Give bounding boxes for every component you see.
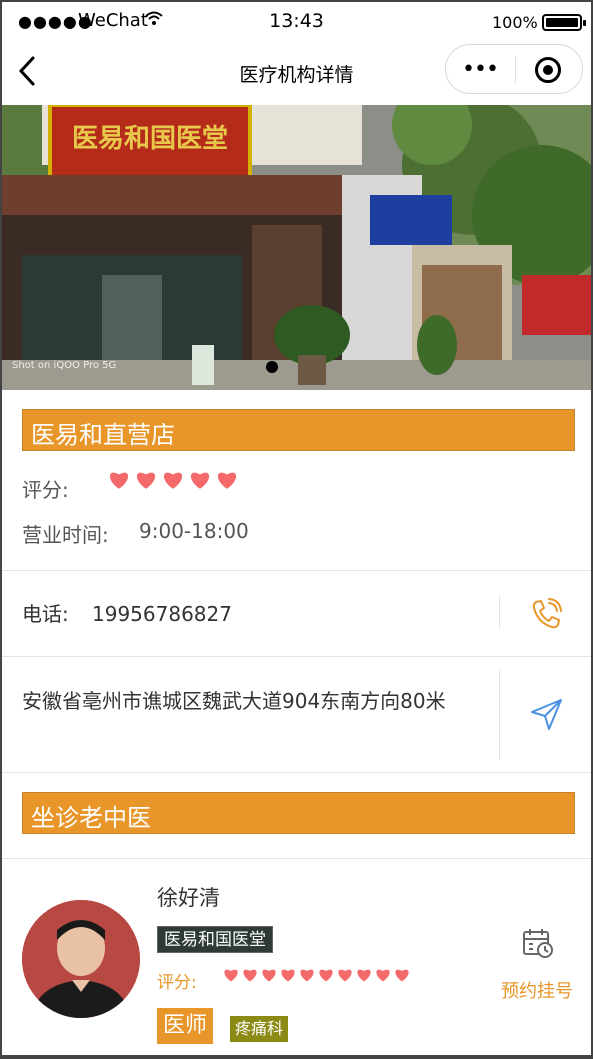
heart-icon [224, 969, 238, 982]
heart-icon [262, 969, 276, 982]
heart-icon [319, 969, 333, 982]
heart-icon [136, 472, 156, 489]
doctor-title-tag: 医师 [157, 1008, 214, 1044]
close-circle-icon[interactable] [535, 57, 561, 83]
doctor-name: 徐好清 [157, 886, 220, 910]
doctors-section-title: 坐诊老中医 [31, 804, 151, 832]
heart-icon [109, 472, 129, 489]
navigation-arrow-icon[interactable] [530, 697, 564, 735]
divider [2, 772, 591, 773]
heart-icon [217, 472, 237, 489]
calendar-icon[interactable] [521, 926, 555, 964]
store-banner-image[interactable]: 医易和国医堂 [2, 105, 591, 390]
status-bar: ●●●●● WeChat 13:43 100% [2, 2, 591, 42]
battery-percent: 100% [492, 13, 538, 32]
navigation-bar: 医疗机构详情 ••• [2, 42, 591, 104]
store-address: 安徽省亳州市谯城区魏武大道904东南方向80米 [22, 689, 446, 713]
phone-number: 19956786827 [92, 602, 232, 626]
store-rating-hearts [107, 469, 239, 497]
divider [2, 656, 591, 657]
doctors-section-header: 坐诊老中医 [22, 792, 575, 834]
heart-icon [281, 969, 295, 982]
phone-call-icon[interactable] [530, 598, 564, 634]
divider [2, 570, 591, 571]
doctor-org-tag: 医易和国医堂 [157, 926, 273, 953]
more-icon[interactable]: ••• [462, 57, 499, 82]
heart-icon [243, 969, 257, 982]
heart-icon [163, 472, 183, 489]
heart-icon [338, 969, 352, 982]
heart-icon [357, 969, 371, 982]
divider [2, 858, 591, 859]
signboard-text: 医易和国医堂 [72, 124, 228, 154]
store-rating-label: 评分: [22, 478, 69, 502]
battery-icon [542, 14, 586, 31]
phone-divider [499, 596, 500, 629]
business-hours-value: 9:00-18:00 [139, 519, 249, 543]
doctor-department-tag: 疼痛科 [230, 1016, 289, 1042]
book-appointment-button[interactable]: 预约挂号 [501, 977, 573, 1003]
store-name-header: 医易和直营店 [22, 409, 575, 451]
heart-icon [395, 969, 409, 982]
doctor-rating-hearts [222, 967, 412, 991]
store-name: 医易和直营店 [31, 421, 175, 449]
heart-icon [376, 969, 390, 982]
mini-program-capsule: ••• [445, 44, 583, 94]
doctor-avatar [22, 900, 140, 1018]
camera-watermark: Shot on iQOO Pro 5G [12, 360, 117, 371]
business-hours-label: 营业时间: [22, 523, 109, 547]
phone-frame: ●●●●● WeChat 13:43 100% 医疗机构详情 ••• 医易和国医… [0, 0, 593, 1059]
phone-label: 电话: [22, 602, 69, 626]
capsule-divider [515, 57, 516, 83]
heart-icon [300, 969, 314, 982]
doctor-rating-label: 评分: [157, 973, 197, 993]
heart-icon [190, 472, 210, 489]
carousel-indicator[interactable] [266, 361, 278, 373]
address-divider [499, 670, 500, 760]
